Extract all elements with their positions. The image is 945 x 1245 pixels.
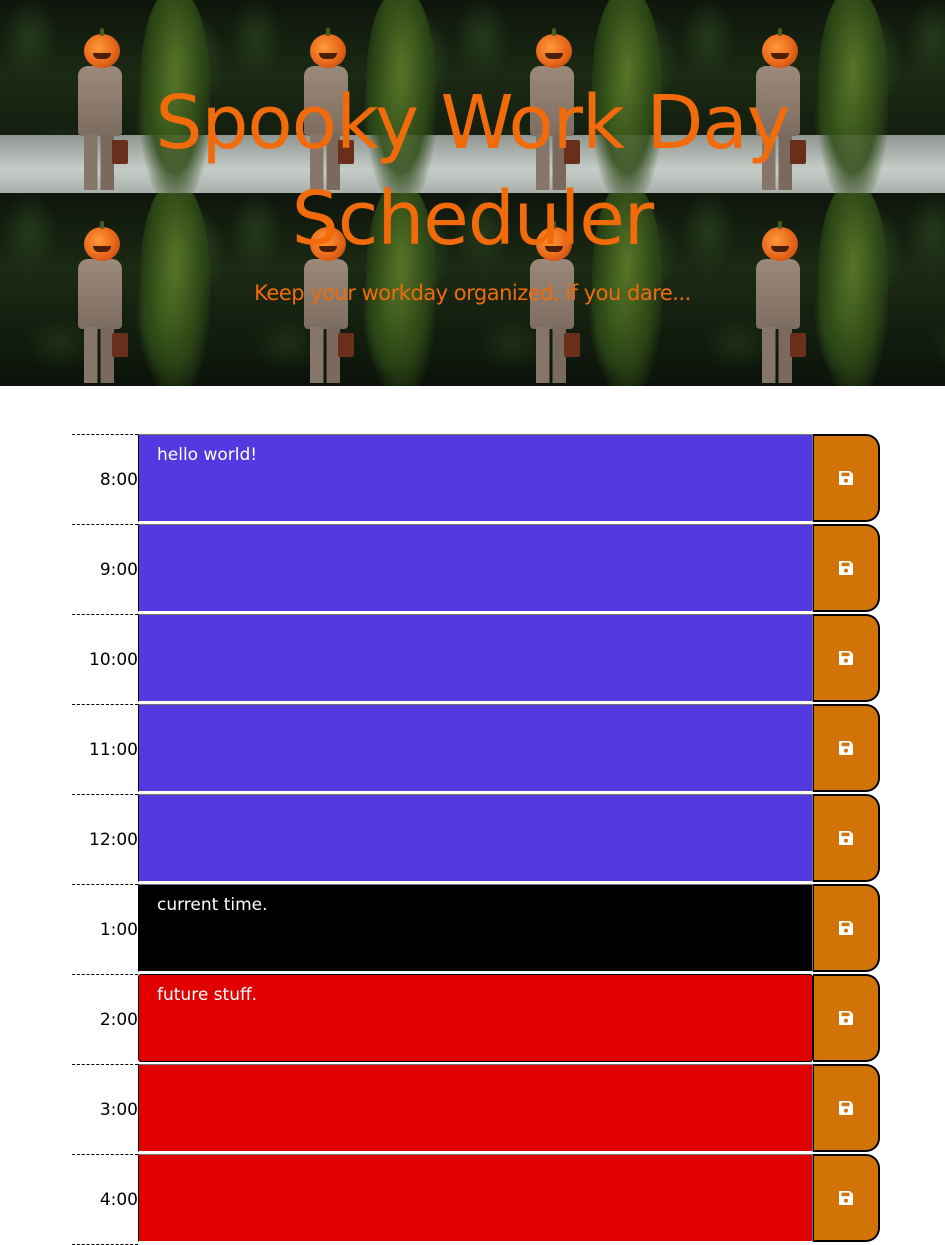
floppy-disk-icon: [839, 1191, 853, 1205]
event-description-input[interactable]: [138, 524, 813, 612]
save-button[interactable]: [813, 524, 880, 612]
event-description-input[interactable]: [138, 794, 813, 882]
hour-label: 8:00: [72, 434, 138, 524]
event-description-input[interactable]: current time.: [138, 884, 813, 972]
floppy-disk-icon: [839, 1011, 853, 1025]
event-description-input[interactable]: future stuff.: [138, 974, 813, 1062]
floppy-disk-icon: [839, 651, 853, 665]
event-description-input[interactable]: [138, 1154, 813, 1242]
page-subtitle: Keep your workday organized, if you dare…: [254, 281, 691, 305]
time-block-list: 8:00 hello world! 9:00 10:00 11:00 12:00 1:00 c…: [72, 434, 882, 1244]
floppy-disk-icon: [839, 921, 853, 935]
floppy-disk-icon: [839, 471, 853, 485]
hour-label: 3:00: [72, 1064, 138, 1154]
page-title: Spooky Work Day Scheduler: [155, 80, 790, 262]
hour-label: 12:00: [72, 794, 138, 884]
save-button[interactable]: [813, 434, 880, 522]
hour-text: 12:00: [89, 829, 138, 850]
time-block-row: 9:00: [72, 524, 882, 614]
hour-text: 2:00: [99, 1009, 138, 1030]
save-button[interactable]: [813, 794, 880, 882]
time-block-row: 11:00: [72, 704, 882, 794]
time-block-row: 10:00: [72, 614, 882, 704]
time-block-row: 1:00 current time.: [72, 884, 882, 974]
save-button[interactable]: [813, 1154, 880, 1242]
event-description-input[interactable]: [138, 614, 813, 702]
hour-label: 4:00: [72, 1154, 138, 1244]
event-description-input[interactable]: [138, 1064, 813, 1152]
hour-text: 9:00: [99, 559, 138, 580]
hour-label: 11:00: [72, 704, 138, 794]
event-description-input[interactable]: [138, 704, 813, 792]
hour-label: 9:00: [72, 524, 138, 614]
floppy-disk-icon: [839, 1101, 853, 1115]
header-text: Spooky Work Day Scheduler Keep your work…: [0, 0, 945, 305]
hour-text: 8:00: [99, 469, 138, 490]
time-block-row: 3:00: [72, 1064, 882, 1154]
hour-label: 2:00: [72, 974, 138, 1064]
header-banner: Spooky Work Day Scheduler Keep your work…: [0, 0, 945, 386]
save-button[interactable]: [813, 704, 880, 792]
floppy-disk-icon: [839, 741, 853, 755]
time-block-row: 12:00: [72, 794, 882, 884]
hour-text: 4:00: [99, 1189, 138, 1210]
save-button[interactable]: [813, 974, 880, 1062]
save-button[interactable]: [813, 1064, 880, 1152]
time-block-row: 8:00 hello world!: [72, 434, 882, 524]
event-description-input[interactable]: hello world!: [138, 434, 813, 522]
hour-label: 10:00: [72, 614, 138, 704]
save-button[interactable]: [813, 614, 880, 702]
hour-text: 3:00: [99, 1099, 138, 1120]
floppy-disk-icon: [839, 561, 853, 575]
time-block-row: 2:00 future stuff.: [72, 974, 882, 1064]
hour-text: 10:00: [89, 649, 138, 670]
hour-text: 1:00: [99, 919, 138, 940]
scheduler: 8:00 hello world! 9:00 10:00 11:00 12:00 1:00 c…: [72, 434, 882, 1245]
save-button[interactable]: [813, 884, 880, 972]
hour-text: 11:00: [89, 739, 138, 760]
floppy-disk-icon: [839, 831, 853, 845]
hour-label: 1:00: [72, 884, 138, 974]
time-block-row: 4:00: [72, 1154, 882, 1244]
